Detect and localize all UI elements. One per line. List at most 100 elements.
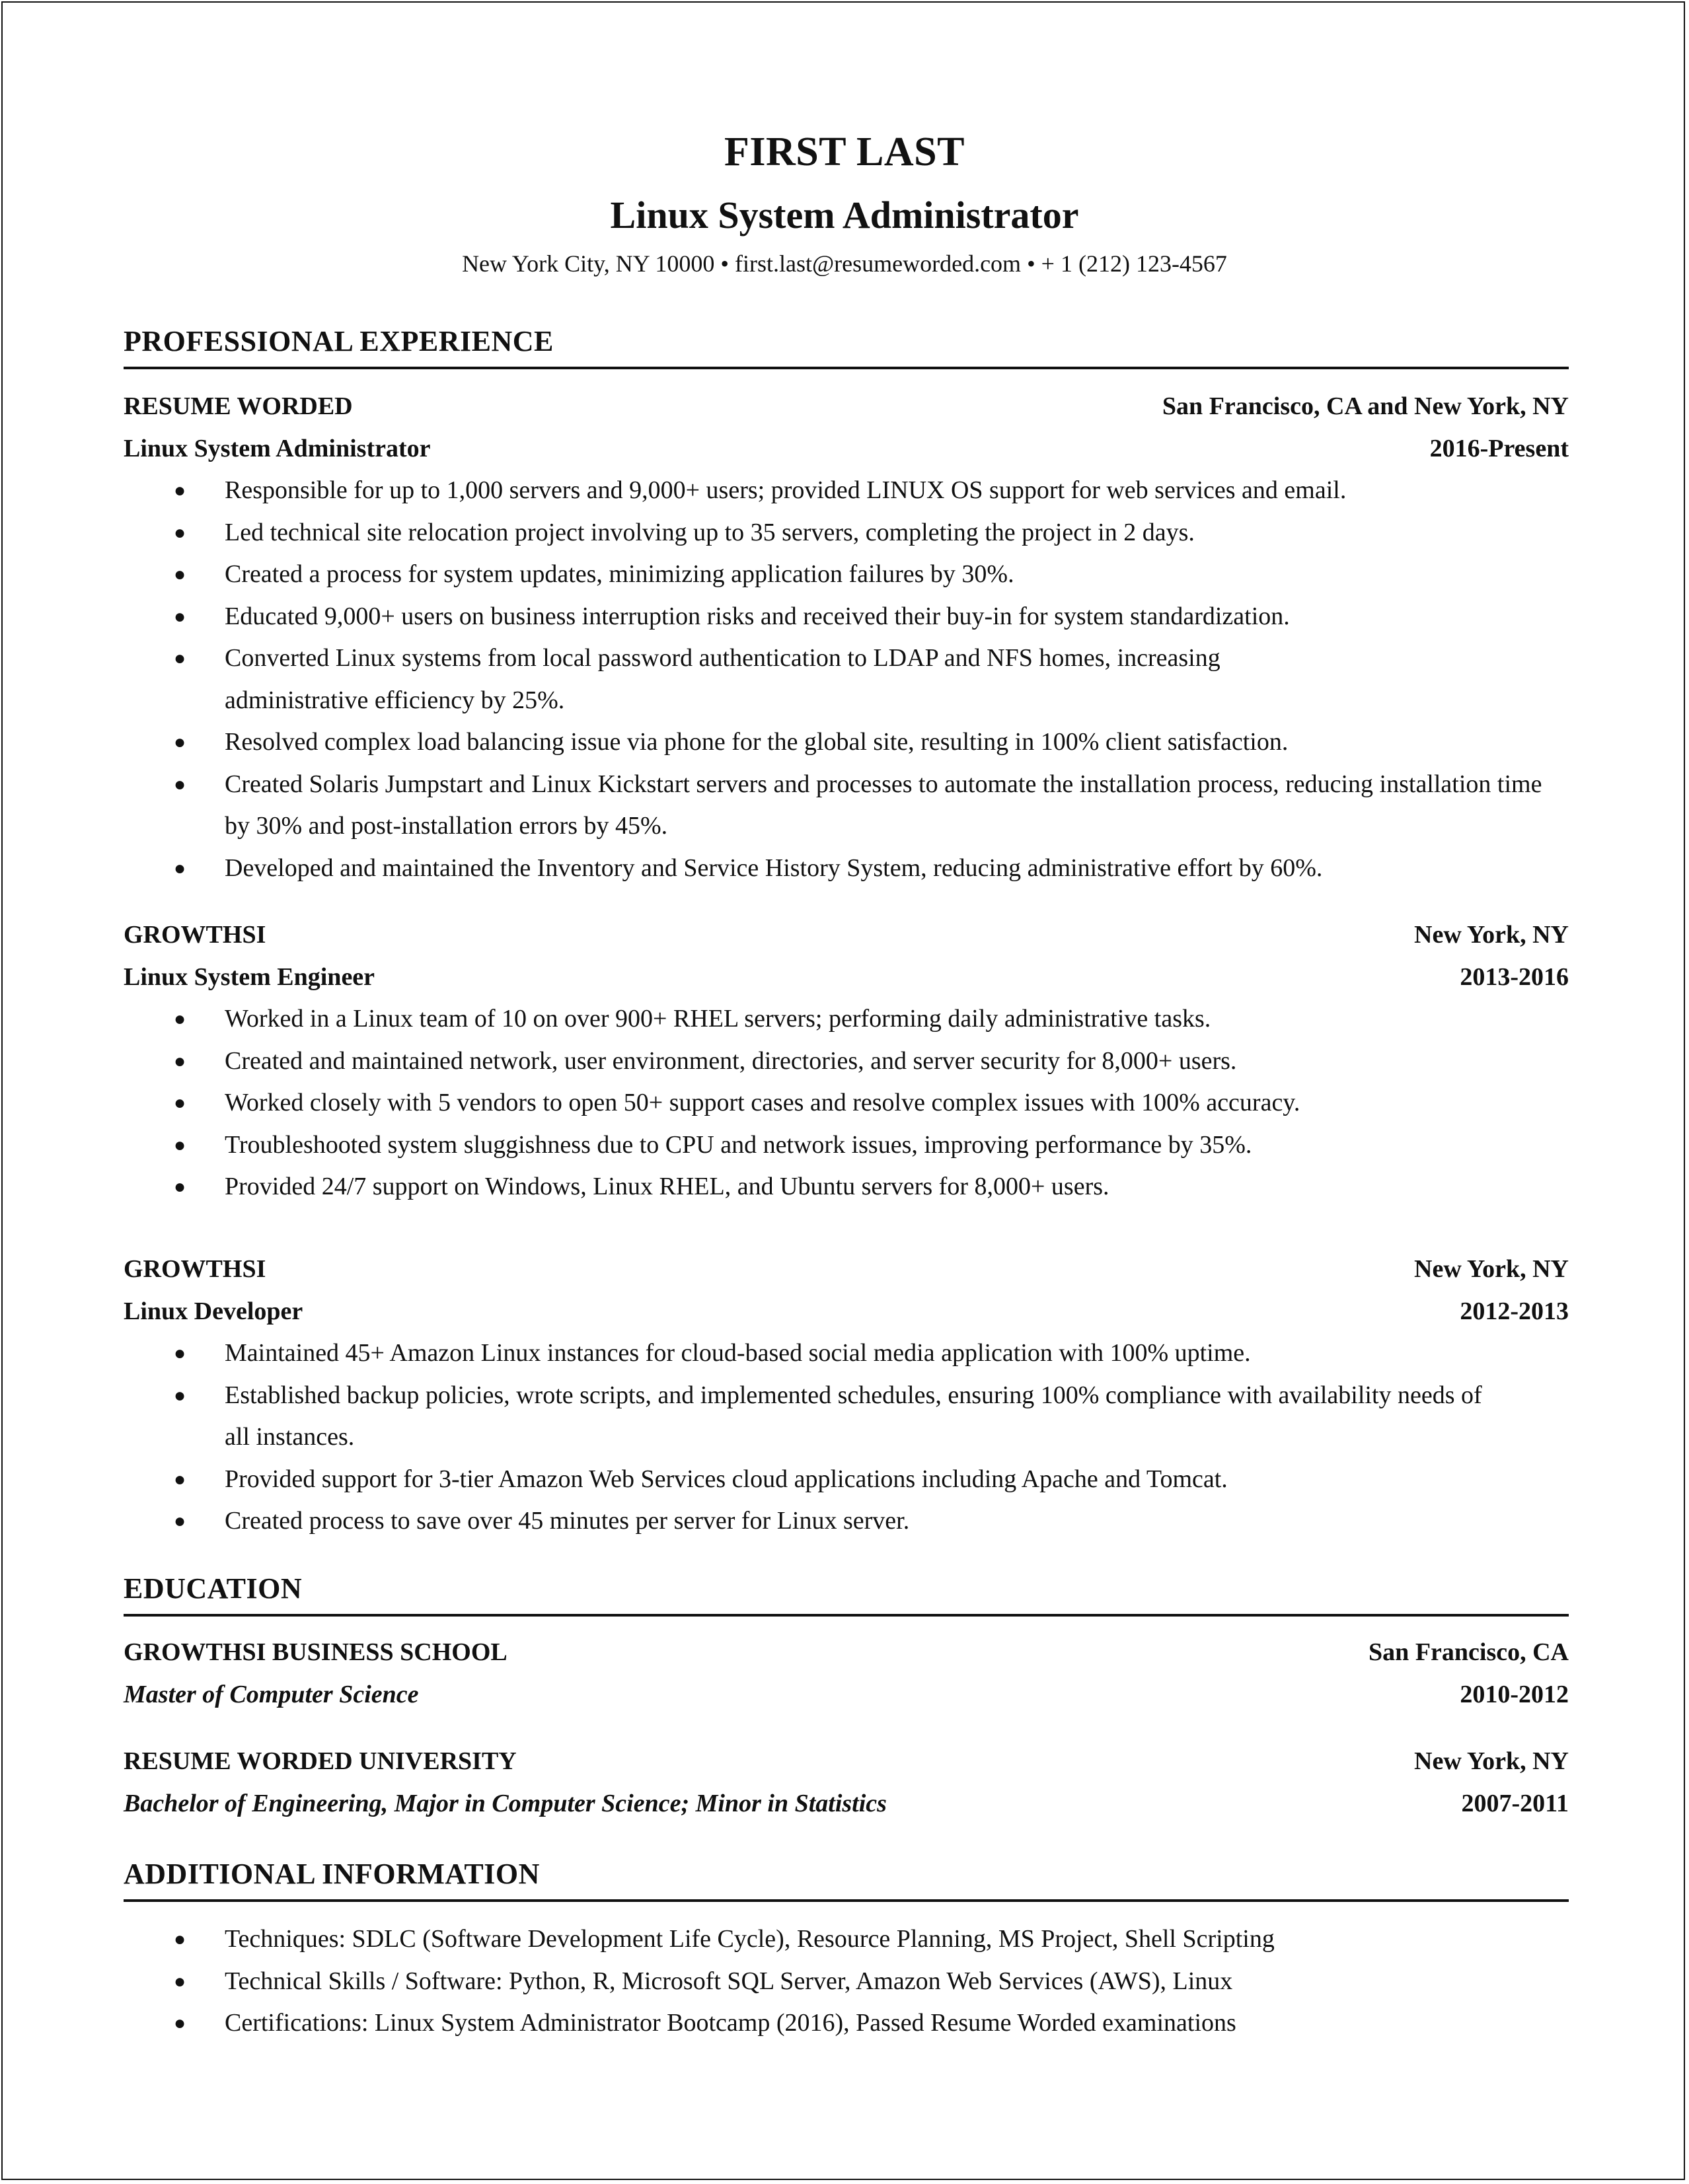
section-heading-experience: PROFESSIONAL EXPERIENCE (124, 325, 554, 357)
degree-row: Bachelor of Engineering, Major in Comput… (124, 1783, 1569, 1825)
job-role-row: Linux System Engineer 2013-2016 (124, 957, 1569, 999)
additional-bullets: ● Techniques: SDLC (Software Development … (124, 1918, 1569, 2045)
bullet-text: Educated 9,000+ users on business interr… (225, 602, 1290, 630)
education-entry: GROWTHSI BUSINESS SCHOOL San Francisco, … (124, 1632, 1569, 1716)
bullet-item: ● Troubleshooted system sluggishness due … (124, 1124, 1569, 1167)
degree-dates: 2007-2011 (1461, 1789, 1569, 1817)
bullet-item: ● Educated 9,000+ users on business inter… (124, 596, 1569, 638)
job-location: New York, NY (1414, 921, 1569, 949)
degree-name: Bachelor of Engineering, Major in Comput… (124, 1789, 887, 1817)
section-divider (124, 367, 1569, 369)
bullet-icon: ● (174, 1510, 186, 1532)
degree-row: Master of Computer Science 2010-2012 (124, 1674, 1569, 1716)
bullet-icon: ● (174, 1468, 186, 1490)
bullet-text: Provided 24/7 support on Windows, Linux … (225, 1173, 1109, 1200)
bullet-item: ● Created and maintained network, user en… (124, 1040, 1569, 1083)
bullet-item: ● Maintained 45+ Amazon Linux instances f… (124, 1332, 1569, 1375)
bullet-item: ● Developed and maintained the Inventory … (124, 848, 1569, 890)
job-bullets: ● Maintained 45+ Amazon Linux instances f… (124, 1332, 1569, 1543)
contact-line: New York City, NY 10000 • first.last@res… (462, 250, 1227, 277)
bullet-icon: ● (174, 2012, 186, 2034)
section-heading-education: EDUCATION (124, 1572, 303, 1605)
bullet-text: Worked in a Linux team of 10 on over 900… (225, 1005, 1211, 1033)
job-header-row: RESUME WORDED San Francisco, CA and New … (124, 386, 1569, 428)
bullet-icon: ● (174, 1970, 186, 1992)
job-dates: 2012-2013 (1460, 1297, 1569, 1325)
job-dates: 2013-2016 (1460, 963, 1569, 991)
bullet-icon: ● (174, 1050, 186, 1072)
job-role: Linux System Administrator (124, 434, 431, 462)
company-name: GROWTHSI (124, 1255, 266, 1283)
bullet-icon: ● (174, 773, 186, 795)
bullet-text: Techniques: SDLC (Software Development L… (225, 1925, 1275, 1953)
job-header-row: GROWTHSI New York, NY (124, 914, 1569, 957)
bullet-item: ● Led technical site relocation project i… (124, 512, 1569, 554)
bullet-item: ● Provided support for 3-tier Amazon Web … (124, 1459, 1569, 1501)
job-entry: GROWTHSI New York, NY Linux Developer 20… (124, 1249, 1569, 1543)
section-divider (124, 1899, 1569, 1902)
bullet-icon: ● (174, 1342, 186, 1364)
school-name: GROWTHSI BUSINESS SCHOOL (124, 1638, 507, 1666)
job-location: San Francisco, CA and New York, NY (1162, 392, 1569, 420)
bullet-icon: ● (174, 1092, 186, 1114)
bullet-item: ● Technical Skills / Software: Python, R,… (124, 1961, 1569, 2003)
school-row: GROWTHSI BUSINESS SCHOOL San Francisco, … (124, 1632, 1569, 1674)
bullet-text: Certifications: Linux System Administrat… (225, 2009, 1236, 2037)
bullet-icon: ● (174, 857, 186, 879)
bullet-item: ● Created a process for system updates, m… (124, 554, 1569, 596)
bullet-text: Created process to save over 45 minutes … (225, 1507, 910, 1535)
bullet-text: Responsible for up to 1,000 servers and … (225, 476, 1347, 504)
school-location: San Francisco, CA (1369, 1638, 1569, 1666)
bullet-text: Worked closely with 5 vendors to open 50… (225, 1089, 1300, 1116)
bullet-item: ● Certifications: Linux System Administra… (124, 2002, 1569, 2045)
bullet-text: Maintained 45+ Amazon Linux instances fo… (225, 1339, 1251, 1367)
bullet-text: Provided support for 3-tier Amazon Web S… (225, 1465, 1228, 1493)
bullet-icon: ● (174, 1928, 186, 1950)
job-dates: 2016-Present (1429, 434, 1569, 462)
resume-page: FIRST LAST Linux System Administrator Ne… (1, 1, 1685, 2180)
bullet-text: Troubleshooted system sluggishness due t… (225, 1130, 1252, 1159)
section-heading-additional: ADDITIONAL INFORMATION (124, 1858, 540, 1890)
additional-info: ● Techniques: SDLC (Software Development … (124, 1918, 1569, 2045)
bullet-item: ● Worked in a Linux team of 10 on over 90… (124, 998, 1569, 1040)
bullet-text: Created a process for system updates, mi… (225, 560, 1014, 588)
bullet-item: ● Provided 24/7 support on Windows, Linux… (124, 1166, 1569, 1208)
bullet-icon: ● (174, 731, 186, 753)
job-entry: GROWTHSI New York, NY Linux System Engin… (124, 914, 1569, 1208)
job-location: New York, NY (1414, 1255, 1569, 1283)
bullet-item: ● Worked closely with 5 vendors to open 5… (124, 1082, 1569, 1124)
bullet-text: Created Solaris Jumpstart and Linux Kick… (225, 770, 1542, 840)
bullet-item: ● Established backup policies, wrote scri… (124, 1375, 1569, 1459)
job-role: Linux Developer (124, 1297, 303, 1325)
job-role-row: Linux System Administrator 2016-Present (124, 428, 1569, 470)
bullet-text: Led technical site relocation project in… (225, 518, 1195, 546)
bullet-icon: ● (174, 521, 186, 544)
job-bullets: ● Worked in a Linux team of 10 on over 90… (124, 998, 1569, 1208)
bullet-item: ● Techniques: SDLC (Software Development … (124, 1918, 1569, 1961)
bullet-item: ● Responsible for up to 1,000 servers and… (124, 470, 1569, 512)
job-bullets: ● Responsible for up to 1,000 servers and… (124, 470, 1569, 889)
bullet-icon: ● (174, 647, 186, 669)
company-name: RESUME WORDED (124, 392, 353, 420)
bullet-item: ● Resolved complex load balancing issue v… (124, 721, 1569, 764)
school-row: RESUME WORDED UNIVERSITY New York, NY (124, 1741, 1569, 1783)
bullet-item: ● Created process to save over 45 minutes… (124, 1500, 1569, 1543)
bullet-icon: ● (174, 1008, 186, 1030)
bullet-text: Established backup policies, wrote scrip… (225, 1381, 1482, 1451)
section-divider (124, 1614, 1569, 1617)
bullet-icon: ● (174, 605, 186, 628)
candidate-title: Linux System Administrator (610, 194, 1079, 237)
bullet-icon: ● (174, 480, 186, 501)
bullet-item: ● Created Solaris Jumpstart and Linux Kic… (124, 764, 1569, 848)
candidate-name: FIRST LAST (724, 129, 965, 174)
school-location: New York, NY (1414, 1747, 1569, 1775)
bullet-text: Converted Linux systems from local passw… (225, 644, 1220, 714)
job-header-row: GROWTHSI New York, NY (124, 1249, 1569, 1291)
bullet-icon: ● (174, 1384, 186, 1406)
bullet-text: Created and maintained network, user env… (225, 1046, 1237, 1075)
bullet-text: Technical Skills / Software: Python, R, … (225, 1967, 1233, 1995)
bullet-icon: ● (174, 1176, 186, 1198)
bullet-icon: ● (174, 564, 186, 585)
bullet-text: Developed and maintained the Inventory a… (225, 854, 1323, 882)
bullet-icon: ● (174, 1134, 186, 1156)
